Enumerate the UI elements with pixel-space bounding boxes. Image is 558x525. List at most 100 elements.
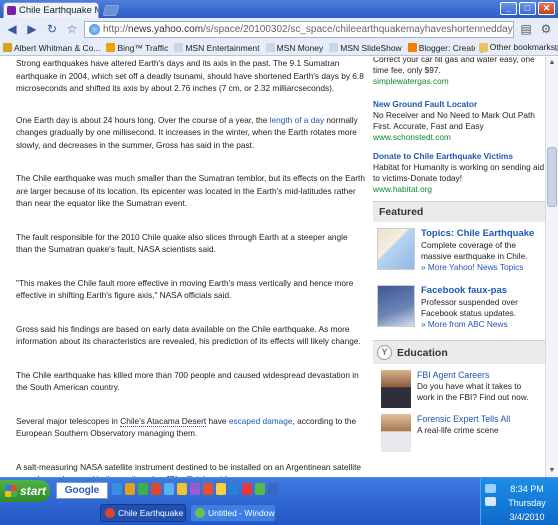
bookmark-item[interactable]: Bing™ Traffic bbox=[106, 43, 168, 53]
reload-icon[interactable]: ↻ bbox=[44, 21, 60, 37]
forward-icon[interactable]: ▶ bbox=[24, 21, 40, 37]
scroll-up-icon[interactable]: ▲ bbox=[546, 57, 558, 69]
ad-url[interactable]: www.habitat.org bbox=[373, 184, 545, 195]
maximize-button[interactable]: □ bbox=[519, 2, 536, 15]
atacama-desert-link[interactable]: Chile's Atacama Desert bbox=[120, 415, 207, 427]
clock[interactable]: 8:34 PM Thursday 3/4/2010 bbox=[502, 482, 552, 524]
wrench-icon[interactable]: ⚙ bbox=[538, 21, 554, 37]
quick-launch-icon[interactable] bbox=[125, 483, 135, 495]
quick-launch-icon[interactable] bbox=[138, 483, 148, 495]
minimize-button[interactable]: _ bbox=[500, 2, 517, 15]
page-menu-icon[interactable]: ▤ bbox=[518, 21, 534, 37]
folder-icon bbox=[478, 42, 488, 52]
length-of-day-link[interactable]: length of a day bbox=[270, 115, 324, 125]
scroll-down-icon[interactable]: ▼ bbox=[546, 465, 558, 477]
sidebar: Correct your car fill gas and water easy… bbox=[373, 57, 545, 452]
article-paragraph: A salt-measuring NASA satellite instrume… bbox=[16, 461, 361, 478]
quick-launch-icon[interactable] bbox=[255, 483, 265, 495]
featured-item[interactable]: Topics: Chile Earthquake Complete covera… bbox=[373, 222, 545, 277]
scrollbar-thumb[interactable] bbox=[547, 147, 557, 207]
ad-title[interactable]: New Ground Fault Locator bbox=[373, 99, 545, 110]
education-title[interactable]: FBI Agent Careers bbox=[417, 370, 541, 381]
article-paragraph: One Earth day is about 24 hours long. Ov… bbox=[16, 114, 366, 152]
quick-launch-icon[interactable] bbox=[242, 483, 252, 495]
forensic-thumbnail[interactable] bbox=[381, 414, 411, 452]
featured-title[interactable]: Topics: Chile Earthquake bbox=[421, 228, 541, 240]
other-bookmarks-label: Other bookmarks bbox=[489, 42, 555, 52]
chile-map-thumbnail[interactable] bbox=[377, 228, 415, 270]
ad-url[interactable]: www.schonstedt.com bbox=[373, 132, 545, 143]
education-item[interactable]: FBI Agent Careers Do you have what it ta… bbox=[373, 364, 545, 408]
facebook-thumbnail[interactable] bbox=[377, 285, 415, 327]
start-label: start bbox=[20, 484, 47, 498]
bookmark-item[interactable]: Albert Whitman & Co... bbox=[3, 43, 100, 53]
quick-launch-icon[interactable] bbox=[177, 483, 187, 495]
quick-launch-icon[interactable] bbox=[203, 483, 213, 495]
address-bar[interactable]: http:// news.yahoo.com /s/space/20100302… bbox=[84, 20, 514, 38]
bookmark-icon bbox=[106, 43, 116, 52]
article-paragraph: The Chile earthquake was much smaller th… bbox=[16, 173, 365, 208]
other-bookmarks-button[interactable]: Other bookmarks bbox=[474, 42, 555, 52]
close-window-button[interactable]: ✕ bbox=[538, 2, 555, 15]
more-link[interactable]: » More from ABC News bbox=[421, 319, 541, 330]
browser-tab[interactable]: Chile Earthquake May Hav... ✕ bbox=[3, 2, 99, 18]
bookmark-label: MSN Money bbox=[276, 42, 324, 53]
article-paragraph: Gross said his findings are based on ear… bbox=[16, 323, 361, 347]
ad-title[interactable]: Donate to Chile Earthquake Victims bbox=[373, 151, 545, 162]
bookmark-label: Albert Whitman & Co... bbox=[14, 42, 101, 53]
quick-launch-icon[interactable] bbox=[151, 483, 161, 495]
new-tab-button[interactable] bbox=[102, 5, 120, 16]
quick-launch-icon[interactable] bbox=[268, 483, 278, 495]
featured-title[interactable]: Facebook faux-pas bbox=[421, 285, 541, 297]
sponsored-ad[interactable]: Donate to Chile Earthquake Victims Habit… bbox=[373, 151, 545, 195]
article-paragraph: The Chile earthquake has killed more tha… bbox=[16, 369, 359, 393]
quick-launch-icon[interactable] bbox=[229, 483, 239, 495]
education-heading: Y Education bbox=[373, 340, 545, 364]
app-icon bbox=[105, 508, 115, 518]
text: One Earth day is about 24 hours long. Ov… bbox=[16, 114, 270, 125]
yahoo-favicon-icon bbox=[7, 6, 16, 15]
education-title[interactable]: Forensic Expert Tells All bbox=[417, 414, 510, 425]
quick-launch-icon[interactable] bbox=[190, 483, 200, 495]
network-icon[interactable] bbox=[485, 484, 496, 493]
start-button[interactable]: start bbox=[0, 480, 50, 502]
article-body: Strong earthquakes have altered Earth's … bbox=[16, 57, 366, 477]
windows-logo-icon bbox=[5, 485, 17, 497]
taskbar-window-label: Chile Earthquake May... bbox=[118, 508, 185, 518]
featured-description: Professor suspended over Facebook status… bbox=[421, 297, 518, 318]
more-link[interactable]: » More Yahoo! News Topics bbox=[421, 262, 541, 273]
bookmark-label: Bing™ Traffic bbox=[117, 42, 169, 53]
volume-icon[interactable] bbox=[485, 497, 496, 506]
bookmark-item[interactable]: MSN SlideShow bbox=[329, 43, 402, 53]
ad-url[interactable]: simplewatergas.com bbox=[373, 76, 545, 87]
sponsored-ad[interactable]: New Ground Fault Locator No Receiver and… bbox=[373, 99, 545, 143]
fbi-agent-thumbnail[interactable] bbox=[381, 370, 411, 408]
escaped-damage-link[interactable]: escaped damage bbox=[229, 416, 293, 426]
ad-description: Correct your car fill gas and water easy… bbox=[373, 57, 535, 75]
taskbar-window-button[interactable]: Chile Earthquake May... bbox=[100, 504, 186, 522]
article-paragraph: "This makes the Chile fault more effecti… bbox=[16, 277, 354, 301]
education-description: Do you have what it takes to work in the… bbox=[417, 381, 529, 402]
url-path: /s/space/20100302/sc_space/chileearthqua… bbox=[203, 23, 513, 35]
featured-description: Complete coverage of the massive earthqu… bbox=[421, 240, 528, 261]
bookmark-icon bbox=[407, 43, 417, 52]
navigation-toolbar: ◀ ▶ ↻ ☆ http:// news.yahoo.com /s/space/… bbox=[0, 18, 558, 40]
quick-launch-icon[interactable] bbox=[216, 483, 226, 495]
ad-description: Habitat for Humanity is working on sendi… bbox=[373, 162, 545, 183]
google-search-box[interactable]: Google bbox=[56, 482, 108, 499]
bookmark-item[interactable]: MSN Entertainment bbox=[174, 43, 260, 53]
globe-icon bbox=[89, 23, 100, 35]
quick-launch-icon[interactable] bbox=[164, 483, 174, 495]
taskbar-buttons: Chile Earthquake May... Untitled - Window… bbox=[100, 504, 276, 522]
vertical-scrollbar[interactable]: ▲ ▼ bbox=[545, 57, 558, 477]
education-description: A real-life crime scene bbox=[417, 425, 499, 435]
education-item[interactable]: Forensic Expert Tells All A real-life cr… bbox=[373, 408, 545, 452]
bookmark-star-icon[interactable]: ☆ bbox=[64, 21, 80, 37]
quick-launch-icon[interactable] bbox=[112, 483, 122, 495]
article-paragraph: Several major telescopes in Chile's Atac… bbox=[16, 415, 366, 440]
bookmark-item[interactable]: MSN Money bbox=[265, 42, 324, 53]
featured-item[interactable]: Facebook faux-pas Professor suspended ov… bbox=[373, 277, 545, 334]
back-icon[interactable]: ◀ bbox=[4, 21, 20, 37]
sponsored-ad[interactable]: Correct your car fill gas and water easy… bbox=[373, 57, 545, 87]
taskbar-window-button[interactable]: Untitled - Windows Li... bbox=[190, 504, 276, 522]
